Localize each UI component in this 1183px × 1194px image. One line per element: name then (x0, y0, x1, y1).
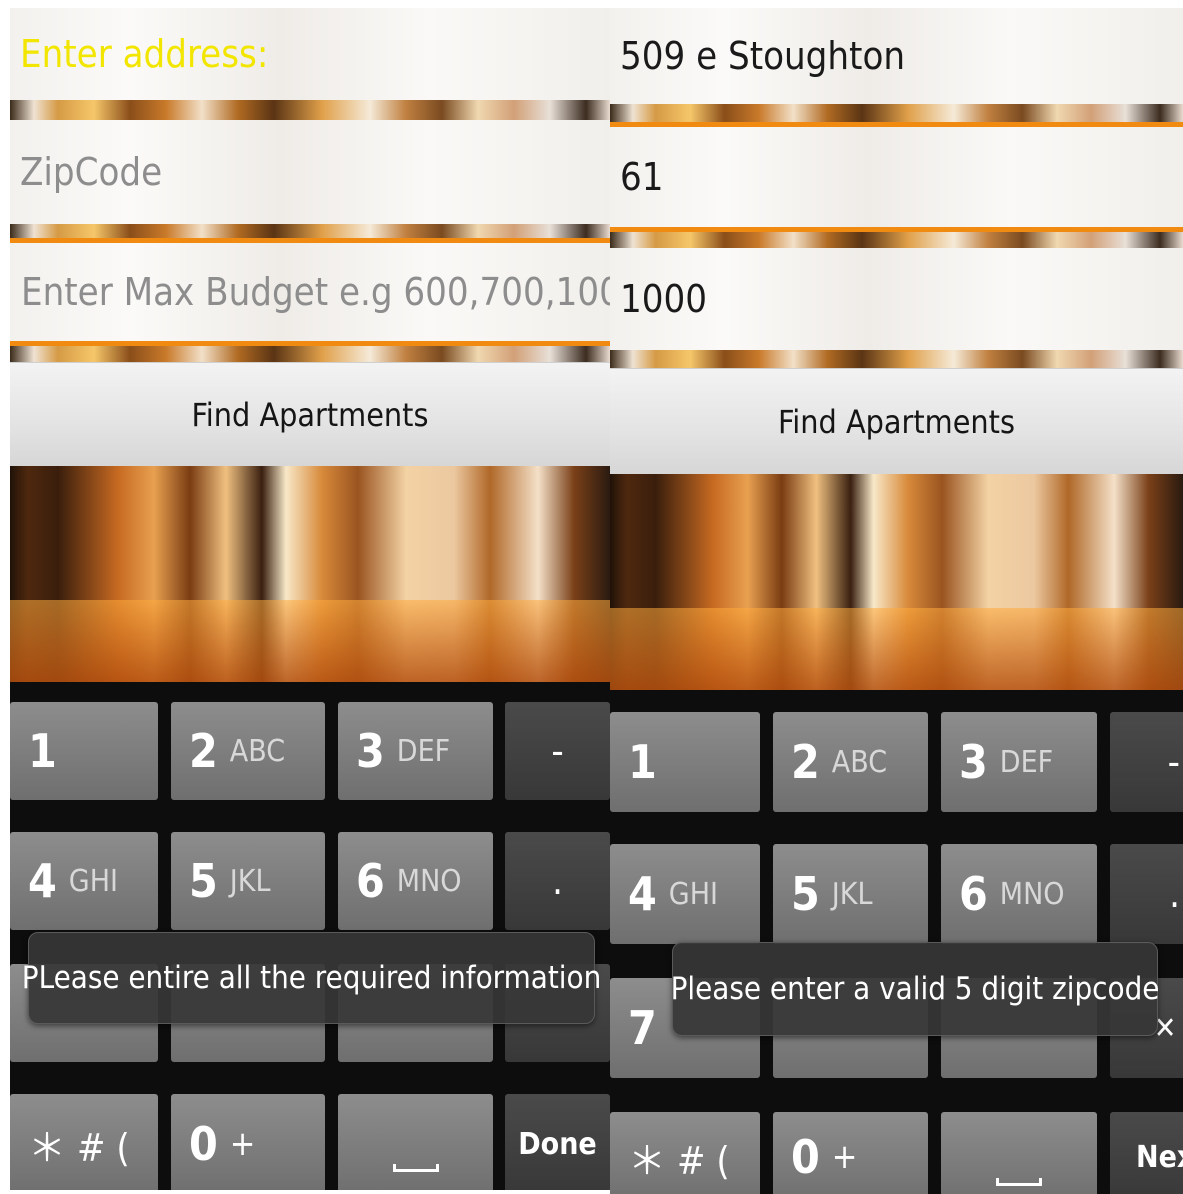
key-symbol: ＊ # ( (628, 1138, 730, 1183)
key-5[interactable]: 5 JKL (773, 844, 928, 944)
key-digit: 1 (28, 724, 57, 778)
key-0[interactable]: 0 + (171, 1094, 325, 1190)
key-space[interactable] (338, 1094, 493, 1190)
key-digit: 2 (189, 724, 218, 778)
key-digit: 4 (628, 867, 657, 921)
key-letters: ABC (831, 744, 888, 780)
zipcode-value: 61 (620, 155, 664, 199)
decorative-stripe (610, 232, 1183, 248)
key-2[interactable]: 2 ABC (773, 712, 928, 812)
key-letters: GHI (668, 876, 718, 912)
budget-input[interactable]: 1000 (610, 248, 1183, 350)
key-0[interactable]: 0 + (773, 1112, 928, 1194)
find-apartments-label: Find Apartments (778, 403, 1015, 441)
key-1[interactable]: 1 (610, 712, 760, 812)
key-digit: 6 (959, 867, 988, 921)
key-5[interactable]: 5 JKL (171, 832, 325, 930)
key-3[interactable]: 3 DEF (941, 712, 1097, 812)
key-symbol: ＊ # ( (28, 1125, 130, 1170)
key-digit: 3 (356, 724, 385, 778)
key-digit: 6 (356, 854, 385, 908)
key-dash[interactable]: - (1110, 712, 1183, 812)
key-digit: 4 (28, 854, 57, 908)
find-apartments-label: Find Apartments (191, 396, 429, 434)
key-2[interactable]: 2 ABC (171, 702, 325, 800)
address-input[interactable]: Enter address: (10, 8, 610, 100)
hallway-photo (10, 466, 610, 682)
key-symbol: - (1167, 740, 1180, 784)
key-period[interactable]: . (1110, 844, 1183, 944)
key-symbols[interactable]: ＊ # ( (10, 1094, 158, 1190)
key-6[interactable]: 6 MNO (338, 832, 493, 930)
key-label: Nex (1136, 1139, 1183, 1175)
key-letters: + (229, 1124, 256, 1164)
find-apartments-button[interactable]: Find Apartments (610, 368, 1183, 476)
key-letters: DEF (999, 744, 1054, 780)
key-symbol: - (551, 729, 564, 773)
key-6[interactable]: 6 MNO (941, 844, 1097, 944)
decorative-stripe (10, 100, 610, 120)
key-period[interactable]: . (505, 832, 610, 930)
key-space[interactable] (941, 1112, 1097, 1194)
key-dash[interactable]: - (505, 702, 610, 800)
toast-message: PLease entire all the required informati… (22, 932, 601, 1024)
key-symbol: . (1169, 872, 1180, 916)
key-4[interactable]: 4 GHI (10, 832, 158, 930)
key-digit: 5 (791, 867, 820, 921)
space-icon (996, 1178, 1042, 1186)
zipcode-placeholder: ZipCode (20, 150, 163, 194)
key-digit: 2 (791, 735, 820, 789)
key-next[interactable]: Nex (1110, 1112, 1183, 1194)
key-3[interactable]: 3 DEF (338, 702, 493, 800)
key-symbol: . (552, 859, 563, 903)
photo-floor (610, 607, 1183, 690)
key-digit: 7 (628, 1001, 657, 1055)
photo-floor (10, 599, 610, 682)
address-input[interactable]: 509 e Stoughton (610, 8, 1183, 104)
key-letters: + (831, 1137, 858, 1177)
hallway-photo (610, 474, 1183, 690)
key-digit: 1 (628, 735, 657, 789)
budget-input[interactable]: Enter Max Budget e.g 600,700,1000 (10, 243, 610, 341)
key-letters: MNO (999, 876, 1065, 912)
key-4[interactable]: 4 GHI (610, 844, 760, 944)
key-letters: JKL (229, 863, 271, 899)
left-screen: Enter address: ZipCode Enter Max Budget … (10, 8, 610, 1190)
key-symbols[interactable]: ＊ # ( (610, 1112, 760, 1194)
key-letters: ABC (229, 733, 286, 769)
key-letters: GHI (68, 863, 118, 899)
key-digit: 0 (189, 1117, 218, 1171)
key-digit: 5 (189, 854, 218, 908)
key-letters: DEF (396, 733, 451, 769)
key-letters: MNO (396, 863, 462, 899)
key-letters: JKL (831, 876, 873, 912)
address-value: 509 e Stoughton (620, 34, 906, 78)
zipcode-input[interactable]: ZipCode (10, 120, 610, 224)
toast-text: Please enter a valid 5 digit zipcode (670, 971, 1160, 1007)
key-label: Done (518, 1126, 597, 1162)
budget-value: 1000 (620, 277, 707, 321)
key-digit: 0 (791, 1130, 820, 1184)
right-screen: 509 e Stoughton 61 1000 Find Apartments … (610, 8, 1183, 1194)
space-icon (392, 1164, 439, 1172)
key-digit: 3 (959, 735, 988, 789)
decorative-stripe (10, 346, 610, 362)
zipcode-input[interactable]: 61 (610, 127, 1183, 227)
key-1[interactable]: 1 (10, 702, 158, 800)
decorative-stripe (610, 104, 1183, 122)
budget-placeholder: Enter Max Budget e.g 600,700,1000 (21, 270, 610, 314)
decorative-stripe (610, 350, 1183, 368)
key-done[interactable]: Done (505, 1094, 610, 1190)
toast-message: Please enter a valid 5 digit zipcode (670, 942, 1160, 1036)
address-placeholder: Enter address: (20, 32, 269, 76)
toast-text: PLease entire all the required informati… (21, 960, 602, 996)
find-apartments-button[interactable]: Find Apartments (10, 362, 610, 468)
decorative-stripe (10, 224, 610, 238)
